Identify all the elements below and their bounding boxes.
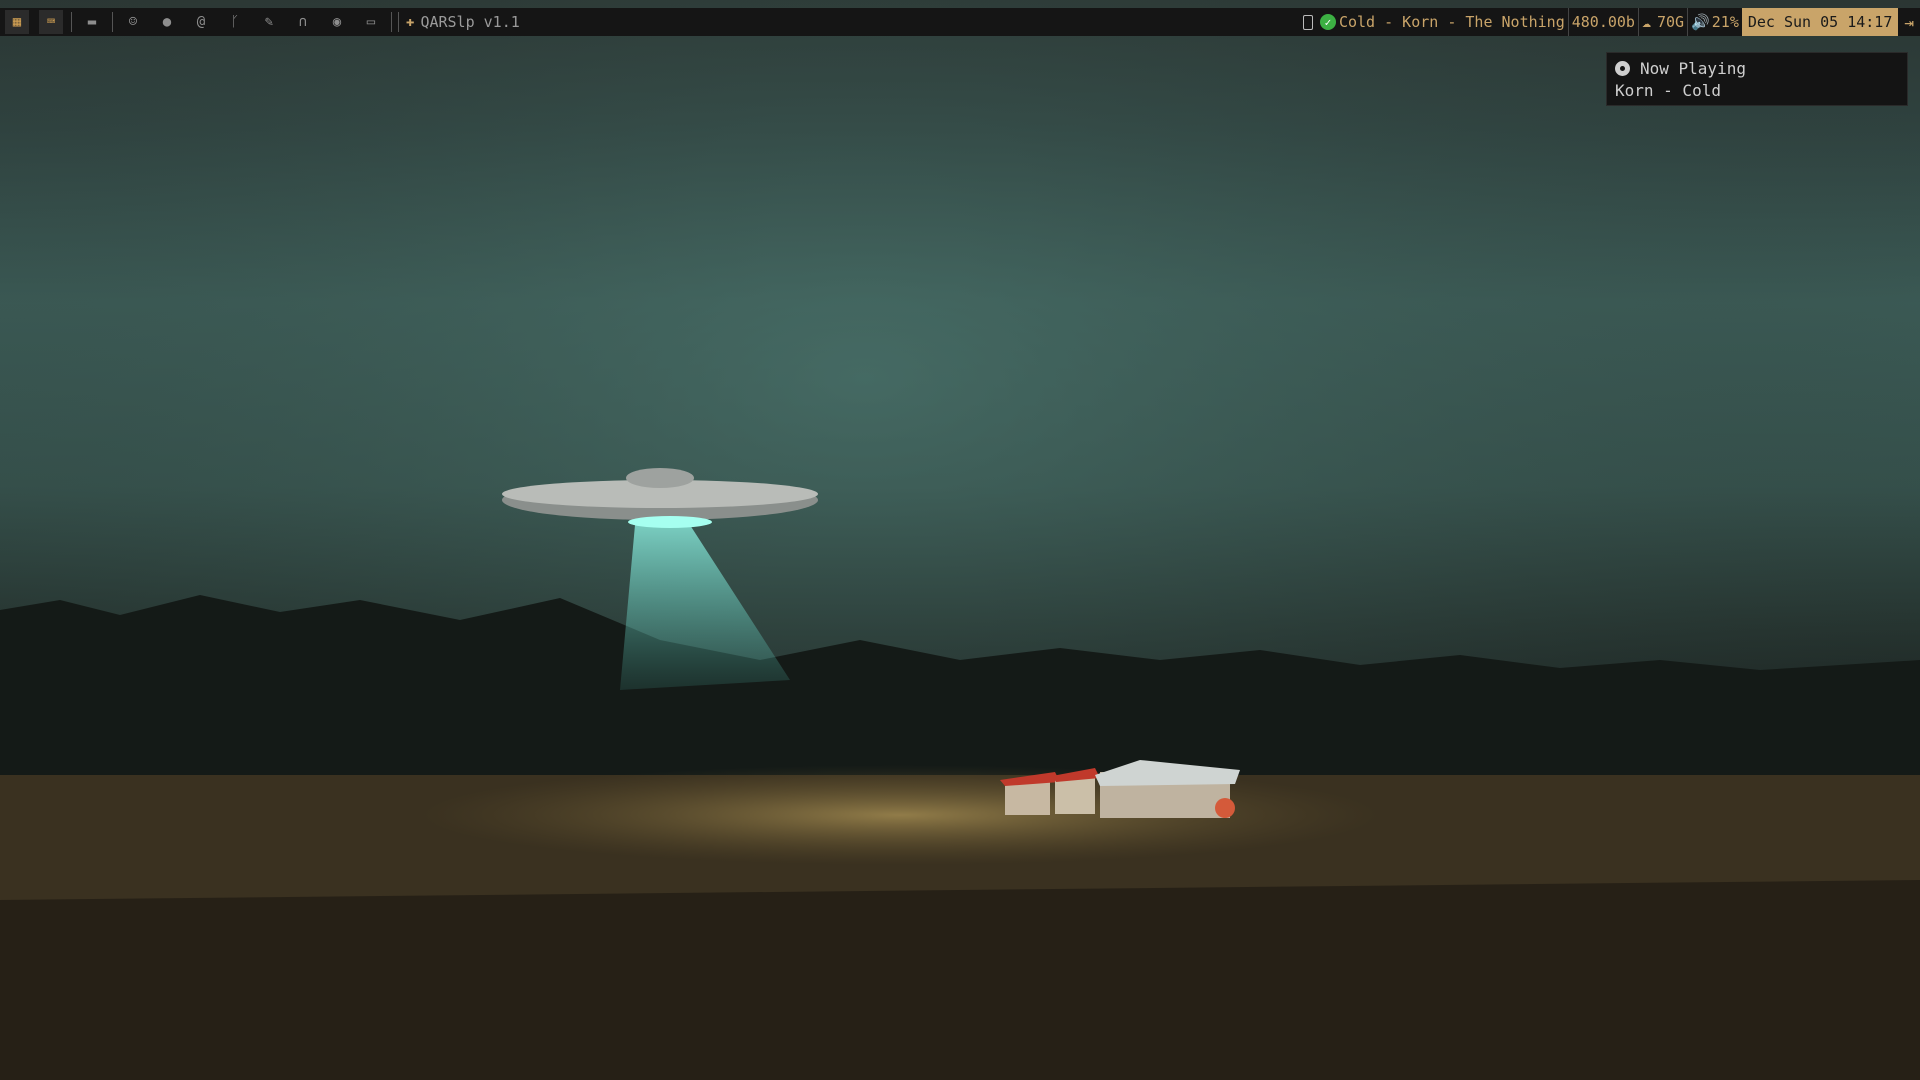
monitor-icon[interactable]: ▭ xyxy=(359,10,383,34)
network-speed-text: 480.00b xyxy=(1571,13,1635,31)
chat-icon[interactable]: ● xyxy=(155,10,179,34)
volume-icon: 🔊 xyxy=(1691,13,1710,31)
music-disc-icon xyxy=(1615,60,1630,76)
brush-icon[interactable]: ✎ xyxy=(257,10,281,34)
wallpaper-ufo-scene xyxy=(0,0,1920,1080)
gear-icon: ✚ xyxy=(406,14,415,30)
notification-header: Now Playing xyxy=(1615,57,1899,79)
git-branch-icon[interactable]: ᚴ xyxy=(223,10,247,34)
topbar-right: ✓ Cold - Korn - The Nothing 480.00b ☁ 70… xyxy=(1296,8,1920,36)
volume-text: 21% xyxy=(1711,13,1739,31)
topbar-left: ▦ ⌨ ▬ ☺ ● @ ᚴ ✎ ∩ ◉ ▭ ✚ QARSlp v1.1 xyxy=(0,8,520,36)
weather-widget[interactable]: ☁ 70G xyxy=(1637,8,1687,36)
separator xyxy=(391,12,392,32)
mail-at-icon[interactable]: @ xyxy=(189,10,213,34)
separator xyxy=(398,12,399,32)
media-status[interactable]: ✓ Cold - Korn - The Nothing xyxy=(1296,8,1568,36)
notification-body: Korn - Cold xyxy=(1615,81,1721,100)
separator xyxy=(112,12,113,32)
steam-icon[interactable]: ◉ xyxy=(325,10,349,34)
active-window-title: ✚ QARSlp v1.1 xyxy=(406,13,520,31)
desktop-wallpaper xyxy=(0,0,1920,1080)
weather-icon: ☁ xyxy=(1641,13,1651,31)
volume-widget[interactable]: 🔊 21% xyxy=(1687,8,1742,36)
phone-icon xyxy=(1302,14,1313,30)
now-playing-notification[interactable]: Now Playing Korn - Cold xyxy=(1606,52,1908,106)
finder-icon[interactable]: ☺ xyxy=(121,10,145,34)
workspace-grid-icon[interactable]: ▦ xyxy=(5,10,29,34)
clock[interactable]: Dec Sun 05 14:17 xyxy=(1741,8,1899,36)
keyboard-icon[interactable]: ⌨ xyxy=(39,10,63,34)
now-playing-text: Cold - Korn - The Nothing xyxy=(1338,13,1565,31)
headphones-icon[interactable]: ∩ xyxy=(291,10,315,34)
logout-icon[interactable]: ⇥ xyxy=(1904,13,1914,32)
separator xyxy=(71,12,72,32)
window-title-text: QARSlp v1.1 xyxy=(420,13,520,31)
notification-title: Now Playing xyxy=(1640,58,1746,78)
clock-text: Dec Sun 05 14:17 xyxy=(1747,13,1893,31)
check-icon: ✓ xyxy=(1319,14,1336,30)
folder-icon[interactable]: ▬ xyxy=(80,10,104,34)
weather-temp-text: 70G xyxy=(1656,13,1685,31)
network-speed: 480.00b xyxy=(1567,8,1638,36)
top-status-bar: ▦ ⌨ ▬ ☺ ● @ ᚴ ✎ ∩ ◉ ▭ ✚ QARSlp v1.1 ✓ Co… xyxy=(0,8,1920,36)
